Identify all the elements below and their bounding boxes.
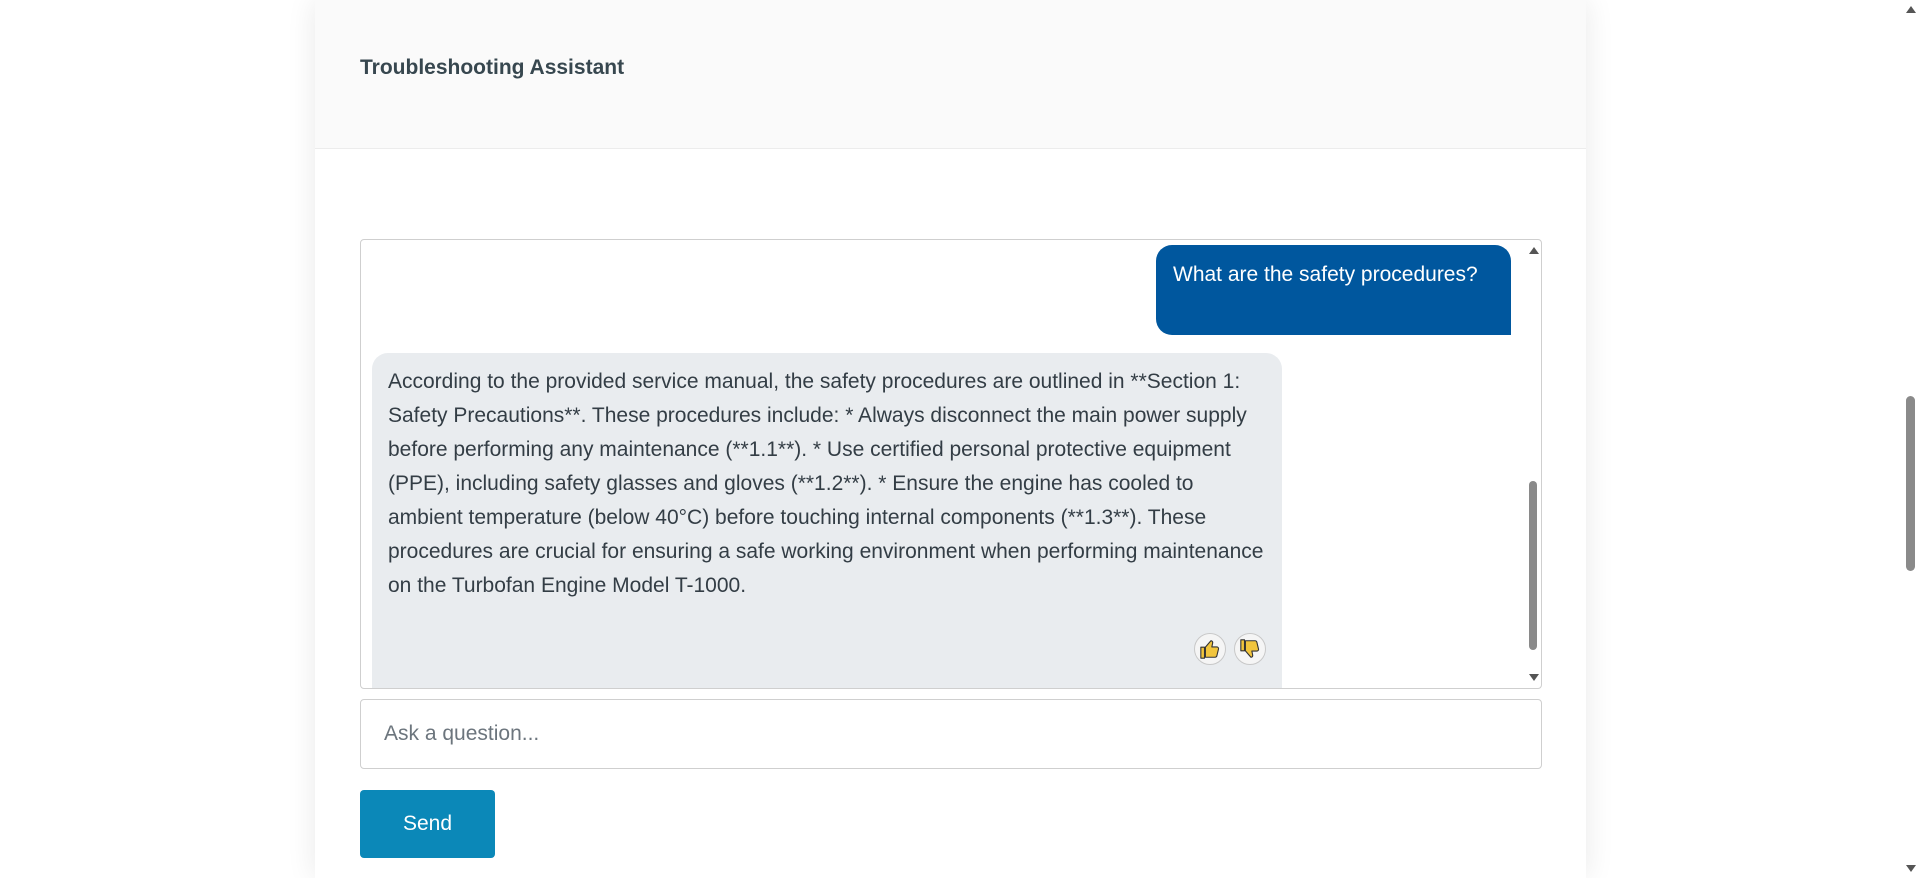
send-button[interactable]: Send: [360, 790, 495, 858]
assistant-message: According to the provided service manual…: [372, 353, 1282, 688]
page-scroll-down-arrow-icon[interactable]: [1906, 865, 1916, 872]
page-scroll-up-arrow-icon[interactable]: [1906, 6, 1916, 13]
page-scrollbar-thumb[interactable]: [1906, 396, 1915, 571]
page-scrollbar[interactable]: [1902, 0, 1919, 878]
question-input[interactable]: [361, 700, 1541, 768]
page-title: Troubleshooting Assistant: [360, 56, 625, 79]
chat-history[interactable]: What are the safety procedures? Accordin…: [360, 239, 1542, 689]
scrollbar-thumb[interactable]: [1529, 481, 1537, 650]
thumbs-down-button[interactable]: [1234, 633, 1266, 665]
chat-scrollbar[interactable]: [1525, 240, 1541, 688]
thumbs-up-button[interactable]: [1194, 633, 1226, 665]
scroll-up-arrow-icon[interactable]: [1529, 247, 1539, 254]
page: Troubleshooting Assistant What are the s…: [0, 0, 1919, 878]
user-message: What are the safety procedures?: [1156, 245, 1511, 335]
feedback-buttons: [1194, 633, 1266, 665]
assistant-card: Troubleshooting Assistant What are the s…: [315, 0, 1586, 878]
thumbs-down-icon: [1240, 639, 1260, 658]
thumbs-up-icon: [1200, 640, 1220, 659]
scroll-down-arrow-icon[interactable]: [1529, 674, 1539, 681]
assistant-message-text: According to the provided service manual…: [388, 370, 1264, 597]
question-input-wrapper: [360, 699, 1542, 769]
card-header: Troubleshooting Assistant: [315, 0, 1586, 149]
